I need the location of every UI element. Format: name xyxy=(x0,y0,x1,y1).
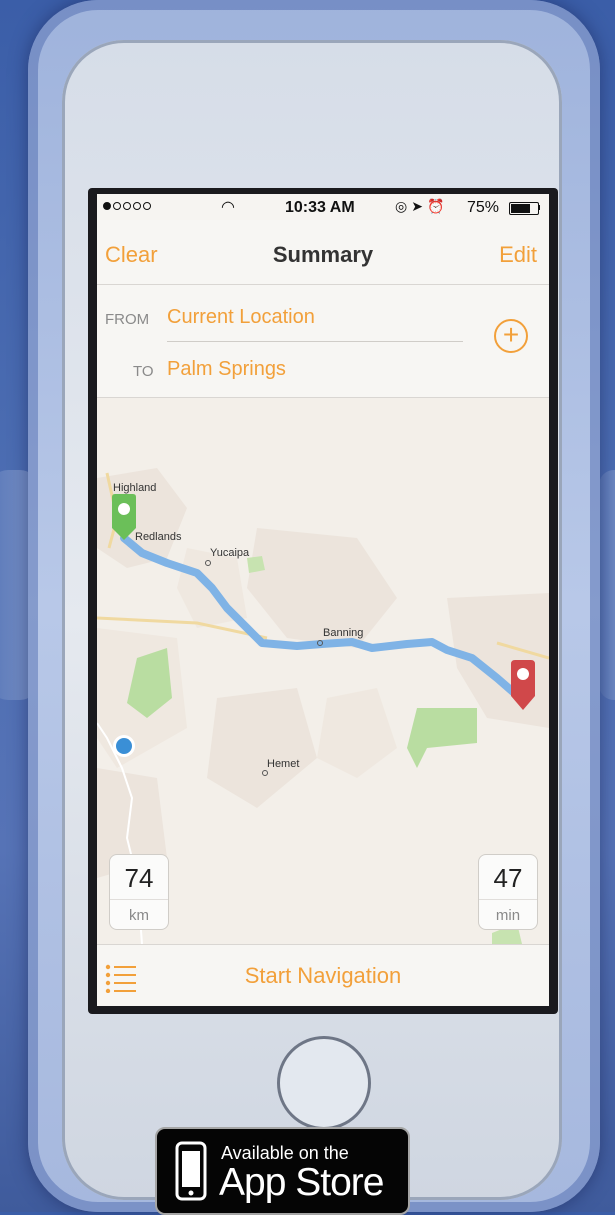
status-bar: ◠ 10:33 AM ◎➤⏰ 75% xyxy=(97,194,549,220)
start-navigation-button[interactable]: Start Navigation xyxy=(97,963,549,989)
map-label-highland: Highland xyxy=(113,482,157,494)
duration-value: 47 xyxy=(493,863,523,893)
add-stop-button[interactable]: + xyxy=(494,319,528,353)
duration-badge: 47 min xyxy=(478,854,538,930)
duration-unit: min xyxy=(495,907,521,924)
from-field[interactable]: Current Location xyxy=(167,306,315,329)
route-divider xyxy=(167,341,463,342)
to-label: TO xyxy=(133,363,154,380)
destination-pin-icon[interactable] xyxy=(509,660,537,712)
map-label-banning: Banning xyxy=(323,627,364,639)
start-pin-icon[interactable] xyxy=(109,494,139,540)
status-time: 10:33 AM xyxy=(285,199,355,216)
distance-value: 74 xyxy=(124,863,154,893)
map-label-redlands: Redlands xyxy=(135,531,182,543)
signal-strength-icon xyxy=(103,202,151,210)
distance-badge: 74 km xyxy=(109,854,169,930)
apple-phone-icon xyxy=(175,1141,207,1201)
app-store-badge[interactable]: Available on the App Store xyxy=(155,1127,410,1215)
from-label: FROM xyxy=(105,311,150,328)
battery-percent: 75% xyxy=(467,199,500,216)
current-location-icon xyxy=(113,735,135,757)
battery-icon xyxy=(509,202,539,215)
status-icons: ◎➤⏰ xyxy=(395,198,449,214)
bottom-toolbar: Start Navigation xyxy=(97,944,549,1006)
app-screen: ◠ 10:33 AM ◎➤⏰ 75% Clear Summary Edit FR… xyxy=(97,194,549,1006)
car-mount-right xyxy=(599,470,615,700)
to-field[interactable]: Palm Springs xyxy=(167,358,286,381)
plus-circle-icon: + xyxy=(502,319,520,350)
home-button[interactable] xyxy=(277,1036,371,1130)
navigation-bar: Clear Summary Edit xyxy=(97,220,549,285)
map-label-yucaipa: Yucaipa xyxy=(210,547,250,559)
badge-big-text: App Store xyxy=(219,1161,384,1204)
edit-button[interactable]: Edit xyxy=(499,242,537,268)
map-label-hemet: Hemet xyxy=(267,758,300,770)
distance-unit: km xyxy=(129,907,149,924)
route-panel: FROM Current Location TO Palm Springs + xyxy=(97,285,549,398)
route-map[interactable]: Highland Redlands Yucaipa Banning Hemet … xyxy=(97,398,549,944)
wifi-icon: ◠ xyxy=(221,199,235,216)
page-title: Summary xyxy=(272,242,374,267)
